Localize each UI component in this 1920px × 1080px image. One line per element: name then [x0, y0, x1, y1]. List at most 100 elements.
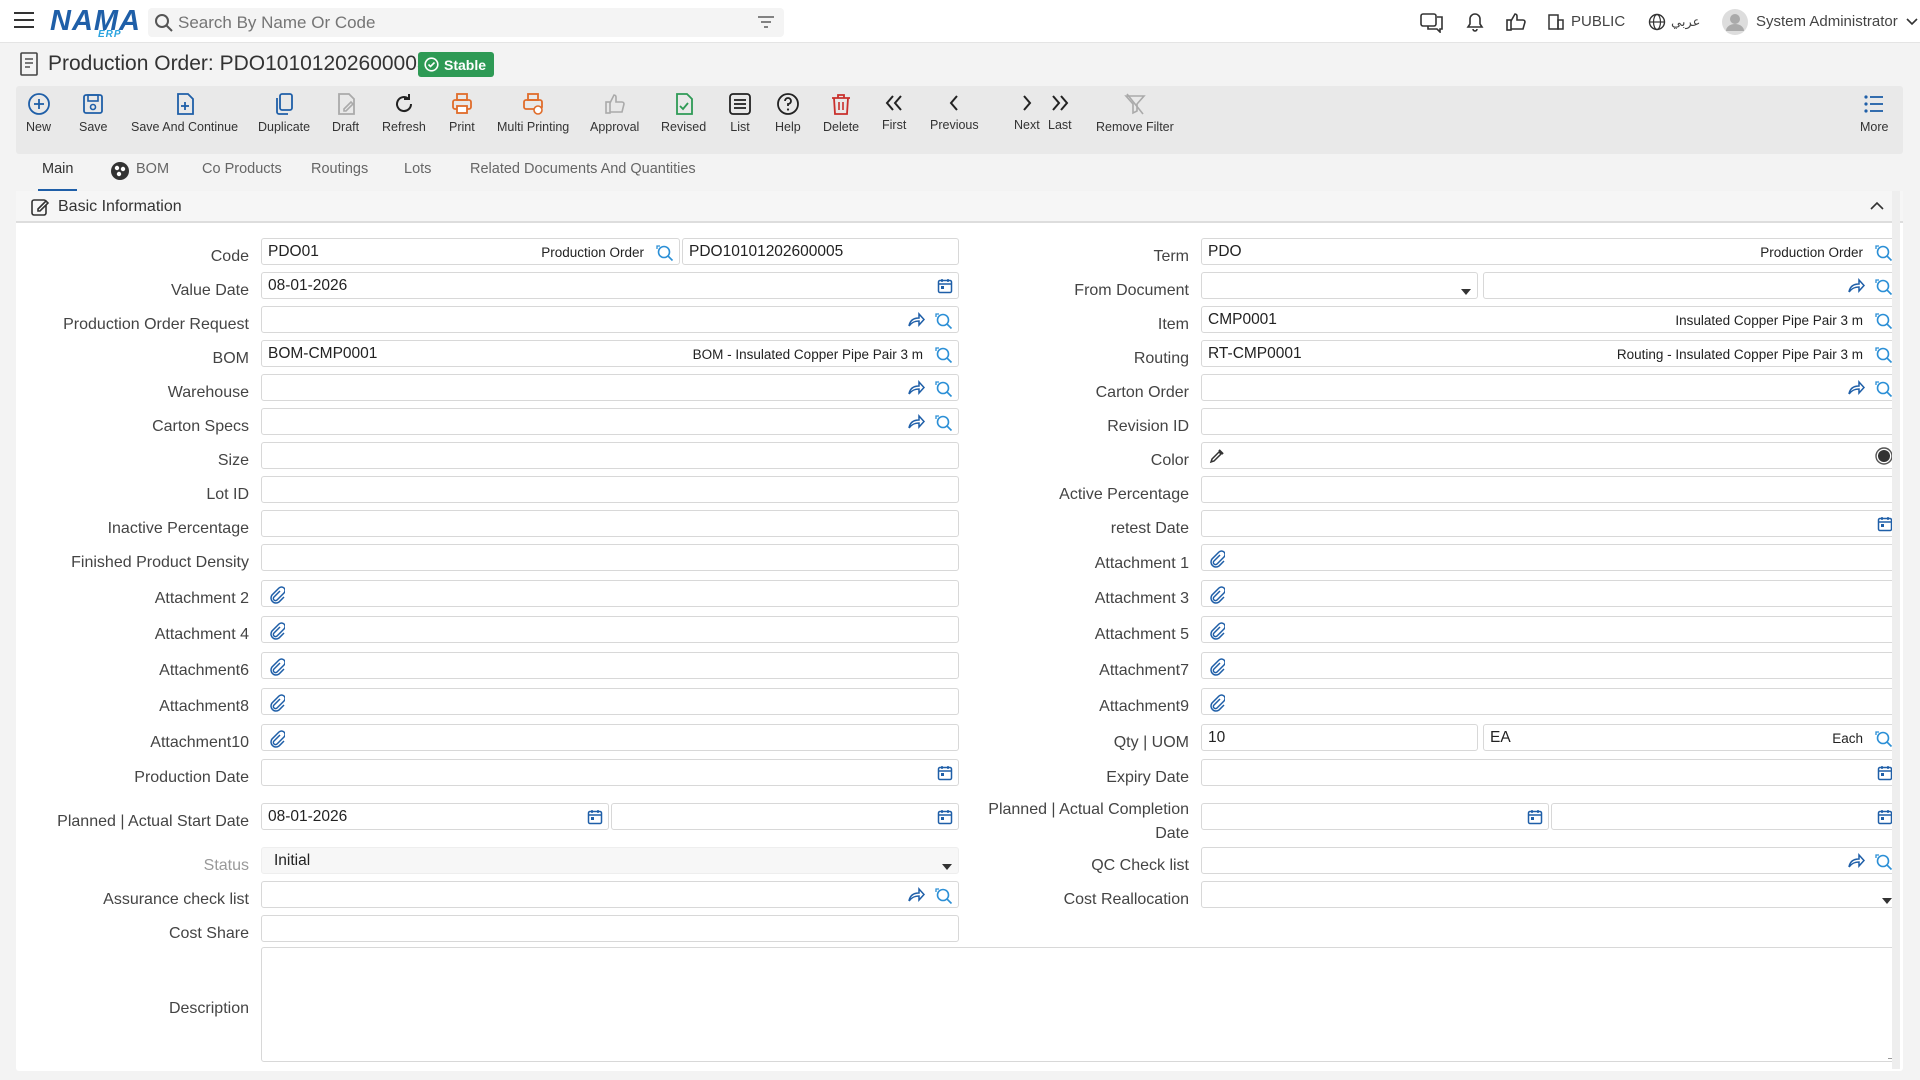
search-input[interactable] [178, 12, 738, 33]
carton-order-field[interactable] [1201, 374, 1899, 401]
term-field[interactable]: PDO Production Order [1201, 238, 1899, 265]
color-field[interactable] [1201, 442, 1899, 469]
color-picker-icon[interactable] [1209, 448, 1225, 469]
lookup-icon[interactable] [1875, 730, 1893, 753]
tab-related-documents[interactable]: Related Documents And Quantities [470, 161, 696, 191]
user-menu[interactable]: System Administrator [1722, 0, 1918, 43]
lookup-icon[interactable] [935, 380, 953, 403]
app-logo[interactable]: NAMA ERP [50, 5, 141, 40]
code-field[interactable]: PDO01 Production Order [261, 238, 680, 265]
attachment-9-field[interactable] [1201, 688, 1899, 715]
remove-filter-button[interactable]: Remove Filter [1096, 92, 1174, 150]
actual-start-date-field[interactable] [611, 803, 959, 830]
calendar-icon[interactable] [937, 278, 953, 299]
tab-routings[interactable]: Routings [311, 161, 368, 191]
calendar-icon[interactable] [1877, 809, 1893, 830]
branch-selector[interactable]: PUBLIC [1547, 0, 1625, 43]
lookup-icon[interactable] [1875, 244, 1893, 267]
tab-lots[interactable]: Lots [404, 161, 431, 191]
routing-field[interactable]: RT-CMP0001 Routing - Insulated Copper Pip… [1201, 340, 1899, 367]
qc-check-list-field[interactable] [1201, 847, 1899, 874]
attachment-1-field[interactable] [1201, 544, 1899, 571]
lookup-icon[interactable] [935, 312, 953, 335]
planned-start-date-field[interactable]: 08-01-2026 [261, 803, 609, 830]
refresh-button[interactable]: Refresh [382, 92, 426, 150]
uom-field[interactable]: EA Each [1483, 724, 1899, 751]
paperclip-icon[interactable] [1209, 694, 1226, 717]
paperclip-icon[interactable] [269, 730, 286, 753]
attachment-7-field[interactable] [1201, 652, 1899, 679]
assurance-check-list-field[interactable] [261, 881, 959, 908]
paperclip-icon[interactable] [269, 586, 286, 609]
production-order-request-field[interactable] [261, 306, 959, 333]
tab-bom[interactable]: BOM [110, 161, 169, 191]
lookup-icon[interactable] [1875, 346, 1893, 369]
doc-number-field[interactable]: PDO10101202600005 [682, 238, 959, 265]
section-header[interactable]: Basic Information [16, 191, 1903, 223]
production-date-field[interactable] [261, 759, 959, 786]
caret-down-icon[interactable] [941, 858, 953, 876]
attachment-8-field[interactable] [261, 688, 959, 715]
thumbs-up-icon[interactable] [1505, 0, 1527, 43]
chat-icon[interactable] [1420, 0, 1444, 43]
cost-share-field[interactable] [261, 915, 959, 942]
lookup-icon[interactable] [656, 244, 674, 267]
calendar-icon[interactable] [937, 809, 953, 830]
paperclip-icon[interactable] [269, 694, 286, 717]
attachment-2-field[interactable] [261, 580, 959, 607]
new-button[interactable]: New [26, 92, 51, 150]
actual-completion-date-field[interactable] [1551, 803, 1899, 830]
carton-specs-field[interactable] [261, 408, 959, 435]
description-textarea[interactable] [261, 947, 1899, 1062]
help-button[interactable]: Help [775, 92, 801, 150]
last-button[interactable]: Last [1048, 92, 1072, 150]
lookup-icon[interactable] [935, 887, 953, 910]
tab-main[interactable]: Main [37, 161, 78, 191]
paperclip-icon[interactable] [1209, 586, 1226, 609]
duplicate-button[interactable]: Duplicate [258, 92, 310, 150]
qty-field[interactable]: 10 [1201, 724, 1478, 751]
lookup-icon[interactable] [1875, 278, 1893, 301]
open-link-icon[interactable] [907, 887, 926, 908]
size-field[interactable] [261, 442, 959, 469]
calendar-icon[interactable] [1527, 809, 1543, 830]
first-button[interactable]: First [882, 92, 906, 150]
lookup-icon[interactable] [935, 414, 953, 437]
save-button[interactable]: Save [79, 92, 108, 150]
open-link-icon[interactable] [907, 312, 926, 333]
revised-button[interactable]: Revised [661, 92, 706, 150]
revision-id-field[interactable] [1201, 408, 1899, 435]
bom-field[interactable]: BOM-CMP0001 BOM - Insulated Copper Pipe P… [261, 340, 959, 367]
list-button[interactable]: List [728, 92, 752, 150]
caret-down-icon[interactable] [1460, 283, 1472, 301]
attachment-6-field[interactable] [261, 652, 959, 679]
inactive-percentage-field[interactable] [261, 510, 959, 537]
from-document-field[interactable] [1483, 272, 1899, 299]
active-percentage-field[interactable] [1201, 476, 1899, 503]
attachment-4-field[interactable] [261, 616, 959, 643]
attachment-3-field[interactable] [1201, 580, 1899, 607]
paperclip-icon[interactable] [269, 658, 286, 681]
paperclip-icon[interactable] [1209, 658, 1226, 681]
finished-product-density-field[interactable] [261, 544, 959, 571]
value-date-field[interactable]: 08-01-2026 [261, 272, 959, 299]
open-link-icon[interactable] [907, 380, 926, 401]
paperclip-icon[interactable] [1209, 622, 1226, 645]
calendar-icon[interactable] [1877, 765, 1893, 786]
more-button[interactable]: More [1860, 92, 1888, 150]
approval-button[interactable]: Approval [590, 92, 639, 150]
save-and-continue-button[interactable]: Save And Continue [131, 92, 238, 150]
attachment-10-field[interactable] [261, 724, 959, 751]
from-document-select[interactable] [1201, 272, 1478, 299]
calendar-icon[interactable] [587, 809, 603, 830]
lookup-icon[interactable] [1875, 312, 1893, 335]
lookup-icon[interactable] [935, 346, 953, 369]
expiry-date-field[interactable] [1201, 759, 1899, 786]
attachment-5-field[interactable] [1201, 616, 1899, 643]
next-button[interactable]: Next [1014, 92, 1040, 150]
paperclip-icon[interactable] [1209, 550, 1226, 573]
draft-button[interactable]: Draft [332, 92, 359, 150]
lot-id-field[interactable] [261, 476, 959, 503]
lookup-icon[interactable] [1875, 380, 1893, 403]
lookup-icon[interactable] [1875, 853, 1893, 876]
